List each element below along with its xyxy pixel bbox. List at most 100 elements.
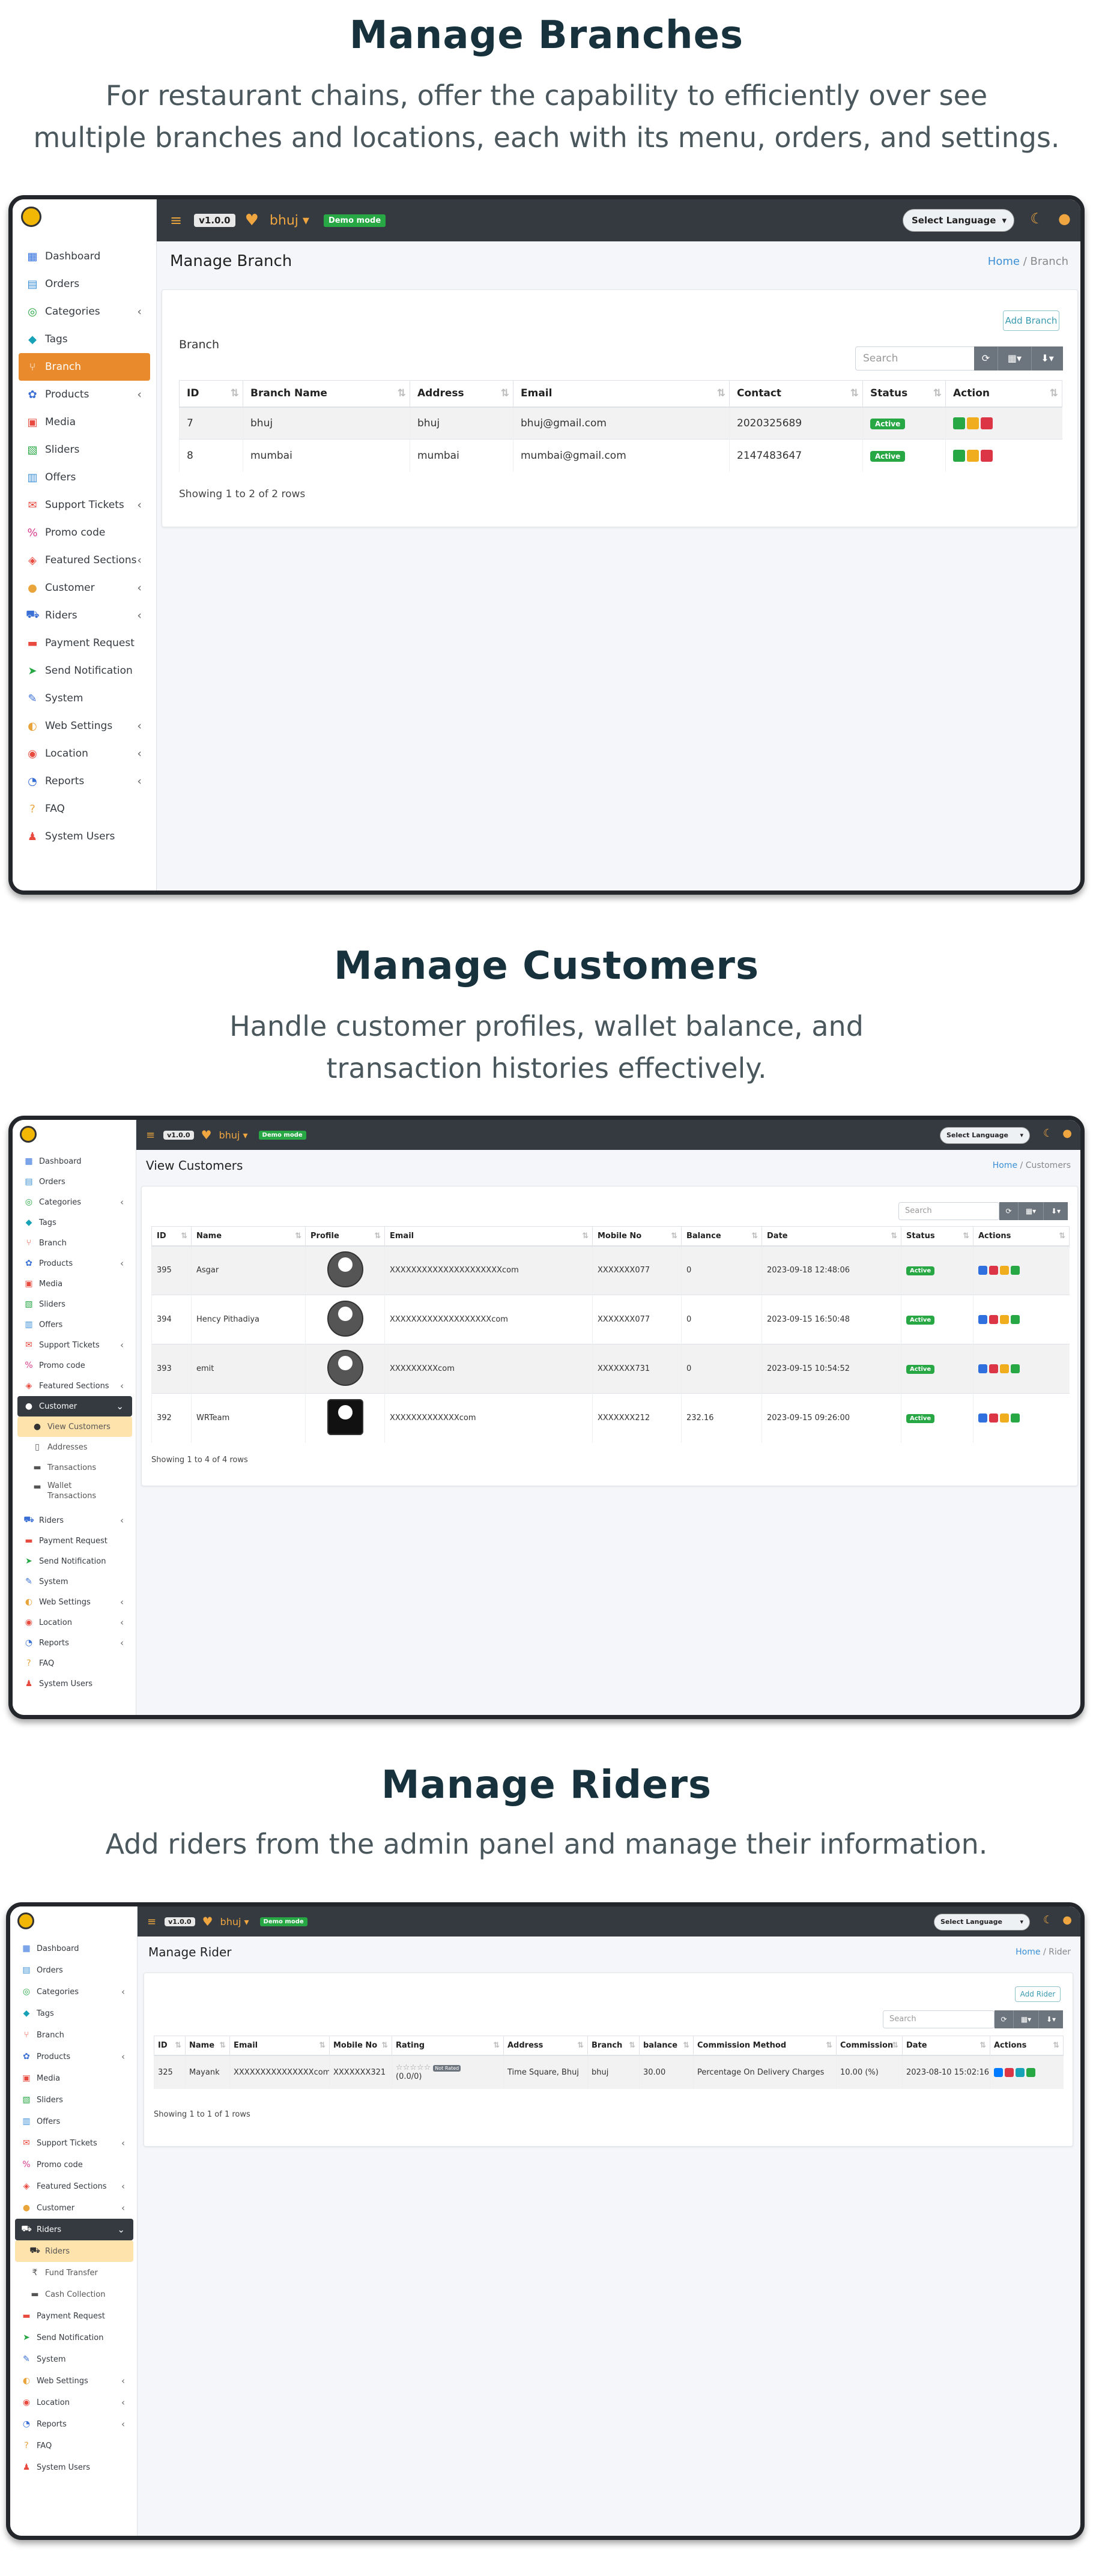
edit-icon[interactable] [1011,1364,1020,1373]
sidebar-item-promo-code[interactable]: % Promo code [17,1355,132,1376]
sort-icon[interactable]: ⇅ [1050,387,1058,399]
sidebar-item-wallet-transactions-sub[interactable]: ▬ Wallet Transactions [17,1478,132,1510]
sort-icon[interactable]: ⇅ [398,387,406,399]
sidebar-item-orders[interactable]: ▤ Orders [19,270,150,298]
sort-icon[interactable]: ⇅ [826,2041,832,2050]
delete-icon[interactable] [981,449,993,462]
add-rider-button[interactable]: Add Rider [1015,1986,1061,2002]
edit-icon[interactable] [1011,1315,1020,1324]
language-select[interactable]: Select Language ▾ [940,1127,1030,1144]
sidebar-item-customer[interactable]: ● Customer ‹ [19,574,150,602]
sidebar-item-system-users[interactable]: ♟ System Users [15,2457,133,2478]
sort-icon[interactable]: ⇅ [181,1232,187,1241]
column-header[interactable]: Date ⇅ [761,1226,901,1247]
column-header[interactable]: Action ⇅ [945,380,1062,408]
refresh-icon[interactable]: ⟳ [974,346,998,370]
sidebar-item-offers[interactable]: ▥ Offers [19,464,150,491]
user-icon[interactable]: ● [1062,1914,1072,1926]
sort-icon[interactable]: ⇅ [295,1232,301,1241]
sidebar-item-featured-sections[interactable]: ◈ Featured Sections ‹ [19,546,150,574]
sidebar-item-system-users[interactable]: ♟ System Users [19,823,150,850]
sidebar-item-riders-sub[interactable]: ⛟ Riders [15,2240,133,2262]
user-icon[interactable]: ● [1062,1127,1072,1140]
sidebar-item-featured-sections[interactable]: ◈ Featured Sections ‹ [15,2175,133,2197]
sidebar-item-dashboard[interactable]: ▦ Dashboard [17,1151,132,1172]
refresh-icon[interactable]: ⟳ [999,1202,1019,1220]
sidebar-item-tags[interactable]: ◆ Tags [15,2003,133,2024]
sidebar-item-branch[interactable]: ⑂ Branch [17,1233,132,1253]
user-icon[interactable]: ● [1058,210,1071,227]
view-icon[interactable] [978,1266,987,1275]
column-header[interactable]: Actions ⇅ [973,1226,1070,1247]
refresh-icon[interactable]: ⟳ [995,2010,1014,2028]
sidebar-item-offers[interactable]: ▥ Offers [17,1314,132,1335]
sidebar-item-transactions-sub[interactable]: ▬ Transactions [17,1457,132,1478]
search-input[interactable]: Search [855,346,980,370]
sidebar-item-promo-code[interactable]: % Promo code [15,2154,133,2175]
sidebar-item-system[interactable]: ✎ System [15,2348,133,2370]
sidebar-item-sliders[interactable]: ▧ Sliders [17,1294,132,1314]
sidebar-item-support-tickets[interactable]: ✉ Support Tickets ‹ [19,491,150,519]
columns-icon[interactable]: ▦▾ [998,346,1032,370]
column-header[interactable]: ID ⇅ [151,1226,192,1247]
sidebar-item-products[interactable]: ✿ Products ‹ [17,1253,132,1274]
sort-icon[interactable]: ⇅ [493,2041,500,2050]
sidebar-item-categories[interactable]: ◎ Categories ‹ [17,1192,132,1212]
column-header[interactable]: Status ⇅ [862,380,946,408]
sidebar-item-dashboard[interactable]: ▦ Dashboard [19,243,150,270]
sidebar-item-media[interactable]: ▣ Media [19,408,150,436]
branch-selector[interactable]: bhuj ▾ [220,1916,249,1927]
sidebar-item-reports[interactable]: ◔ Reports ‹ [15,2413,133,2435]
edit-icon[interactable] [953,417,965,429]
toggle-icon[interactable] [1000,1266,1009,1275]
sidebar-item-view-customers-sub[interactable]: ● View Customers [17,1416,132,1437]
view-icon[interactable] [978,1315,987,1324]
sidebar-item-web-settings[interactable]: ◐ Web Settings ‹ [15,2370,133,2392]
sort-icon[interactable]: ⇅ [892,2041,898,2050]
search-input[interactable]: Search [898,1202,999,1220]
breadcrumb-home[interactable]: Home [988,255,1020,268]
sidebar-item-fund-transfer-sub[interactable]: ₹ Fund Transfer [15,2262,133,2284]
sort-icon[interactable]: ⇅ [175,2041,181,2050]
language-select[interactable]: Select Language ▾ [934,1914,1030,1930]
search-input[interactable]: Search [883,2010,995,2028]
column-header[interactable]: ID ⇅ [154,2036,186,2056]
delete-icon[interactable] [989,1266,998,1275]
column-header[interactable]: Email ⇅ [384,1226,593,1247]
wallet-icon[interactable] [1016,2067,1025,2077]
sort-icon[interactable]: ⇅ [577,2041,584,2050]
sidebar-item-orders[interactable]: ▤ Orders [15,1959,133,1981]
column-header[interactable]: balance ⇅ [639,2036,694,2056]
column-header[interactable]: Contact ⇅ [729,380,863,408]
sidebar-item-support-tickets[interactable]: ✉ Support Tickets ‹ [15,2132,133,2154]
sidebar-item-tags[interactable]: ◆ Tags [19,325,150,353]
sort-icon[interactable]: ⇅ [751,1232,758,1241]
sidebar-item-sliders[interactable]: ▧ Sliders [19,436,150,464]
sidebar-item-send-notification[interactable]: ➤ Send Notification [17,1551,132,1571]
column-header[interactable]: Branch Name ⇅ [243,380,410,408]
breadcrumb-home[interactable]: Home [1016,1947,1040,1957]
sort-icon[interactable]: ⇅ [933,387,942,399]
sidebar-item-dashboard[interactable]: ▦ Dashboard [15,1938,133,1959]
hamburger-icon[interactable]: ≡ [170,212,182,229]
sidebar-item-faq[interactable]: ? FAQ [15,2435,133,2457]
sort-icon[interactable]: ⇅ [319,2041,325,2050]
sidebar-item-categories[interactable]: ◎ Categories ‹ [19,298,150,325]
hamburger-icon[interactable]: ≡ [147,1915,156,1928]
column-header[interactable]: Mobile No ⇅ [592,1226,682,1247]
column-header[interactable]: Rating ⇅ [392,2036,504,2056]
sort-icon[interactable]: ⇅ [374,1232,381,1241]
sidebar-item-customer[interactable]: ● Customer ‹ [15,2197,133,2219]
sort-icon[interactable]: ⇅ [219,2041,226,2050]
sidebar-item-send-notification[interactable]: ➤ Send Notification [19,657,150,685]
sidebar-item-riders[interactable]: ⛟ Riders ‹ [17,1510,132,1531]
sidebar-item-support-tickets[interactable]: ✉ Support Tickets ‹ [17,1335,132,1355]
sort-icon[interactable]: ⇅ [381,2041,388,2050]
toggle-icon[interactable] [967,449,979,462]
column-header[interactable]: Name ⇅ [185,2036,230,2056]
sort-icon[interactable]: ⇅ [963,1232,969,1241]
sort-icon[interactable]: ⇅ [1053,2041,1059,2050]
column-header[interactable]: Name ⇅ [191,1226,306,1247]
column-header[interactable]: ID ⇅ [179,380,243,408]
sidebar-item-system-users[interactable]: ♟ System Users [17,1673,132,1694]
